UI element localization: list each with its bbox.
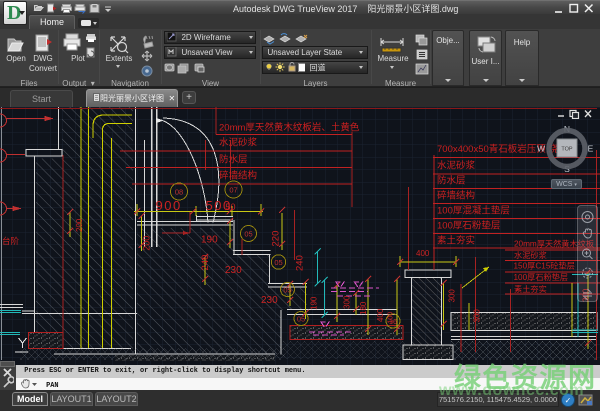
svg-text:素土夯实: 素土夯实	[514, 284, 547, 294]
svg-text:E: E	[588, 144, 594, 154]
svg-text:台阶: 台阶	[2, 236, 20, 246]
svg-text:TOP: TOP	[561, 147, 573, 153]
svg-text:240: 240	[295, 255, 306, 271]
svg-text:230: 230	[261, 295, 278, 306]
svg-text:200: 200	[142, 236, 152, 251]
svg-text:180: 180	[359, 301, 368, 315]
svg-text:300: 300	[473, 309, 482, 323]
svg-text:50: 50	[226, 202, 236, 212]
svg-text:230: 230	[225, 265, 242, 276]
svg-text:07: 07	[229, 186, 237, 195]
svg-text:05: 05	[297, 315, 305, 324]
svg-text:150厚C15砼垫层: 150厚C15砼垫层	[514, 261, 575, 271]
svg-text:190: 190	[201, 235, 218, 246]
svg-text:碎墙结构: 碎墙结构	[219, 170, 257, 182]
svg-text:240: 240	[200, 255, 211, 271]
svg-text:190: 190	[310, 296, 319, 310]
svg-text:W: W	[537, 144, 545, 154]
svg-text:300: 300	[448, 289, 457, 303]
svg-text:05: 05	[274, 258, 282, 267]
svg-text:220: 220	[271, 231, 282, 247]
svg-text:100: 100	[388, 312, 395, 324]
svg-text:素土夯实: 素土夯实	[437, 235, 475, 247]
svg-text:水泥砂浆: 水泥砂浆	[219, 137, 258, 149]
svg-text:水泥砂浆: 水泥砂浆	[437, 160, 476, 172]
svg-text:900: 900	[156, 198, 182, 213]
svg-text:100厚混凝土垫层: 100厚混凝土垫层	[437, 205, 510, 217]
svg-text:100厚石粉垫层: 100厚石粉垫层	[514, 272, 569, 282]
svg-text:05: 05	[283, 286, 291, 295]
svg-text:400: 400	[416, 249, 430, 258]
svg-text:防水层: 防水层	[219, 154, 248, 166]
svg-text:200: 200	[75, 218, 84, 232]
svg-text:碎墙结构: 碎墙结构	[437, 190, 475, 202]
svg-text:水泥砂浆: 水泥砂浆	[514, 250, 547, 260]
svg-text:100厚石粉垫层: 100厚石粉垫层	[437, 220, 500, 232]
svg-text:08: 08	[175, 188, 183, 197]
svg-text:05: 05	[244, 230, 252, 239]
svg-text:防水层: 防水层	[437, 175, 466, 187]
svg-text:300: 300	[343, 295, 352, 309]
svg-text:400: 400	[376, 308, 385, 322]
svg-text:20mm厚天然黄木纹板岩、土黄色: 20mm厚天然黄木纹板岩、土黄色	[219, 122, 360, 134]
